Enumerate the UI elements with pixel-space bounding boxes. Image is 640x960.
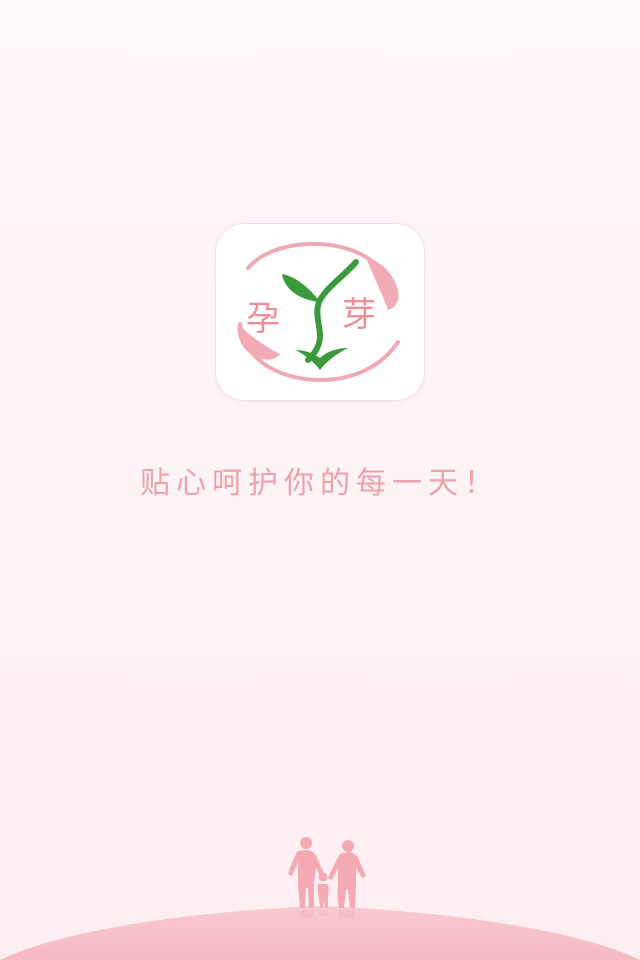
logo-leaf <box>282 274 320 302</box>
tagline: 贴心呵护你的每一天！ <box>140 466 500 501</box>
splash-screen: 孕 芽 贴心呵护你的每一天！ <box>0 0 640 960</box>
logo-arc-top <box>246 241 395 304</box>
logo-base-leaves <box>296 348 348 370</box>
app-logo: 孕 芽 <box>216 224 424 400</box>
family-silhouette-icon <box>288 837 366 918</box>
logo-char-right: 芽 <box>342 295 376 335</box>
logo-char-left: 孕 <box>246 299 280 339</box>
